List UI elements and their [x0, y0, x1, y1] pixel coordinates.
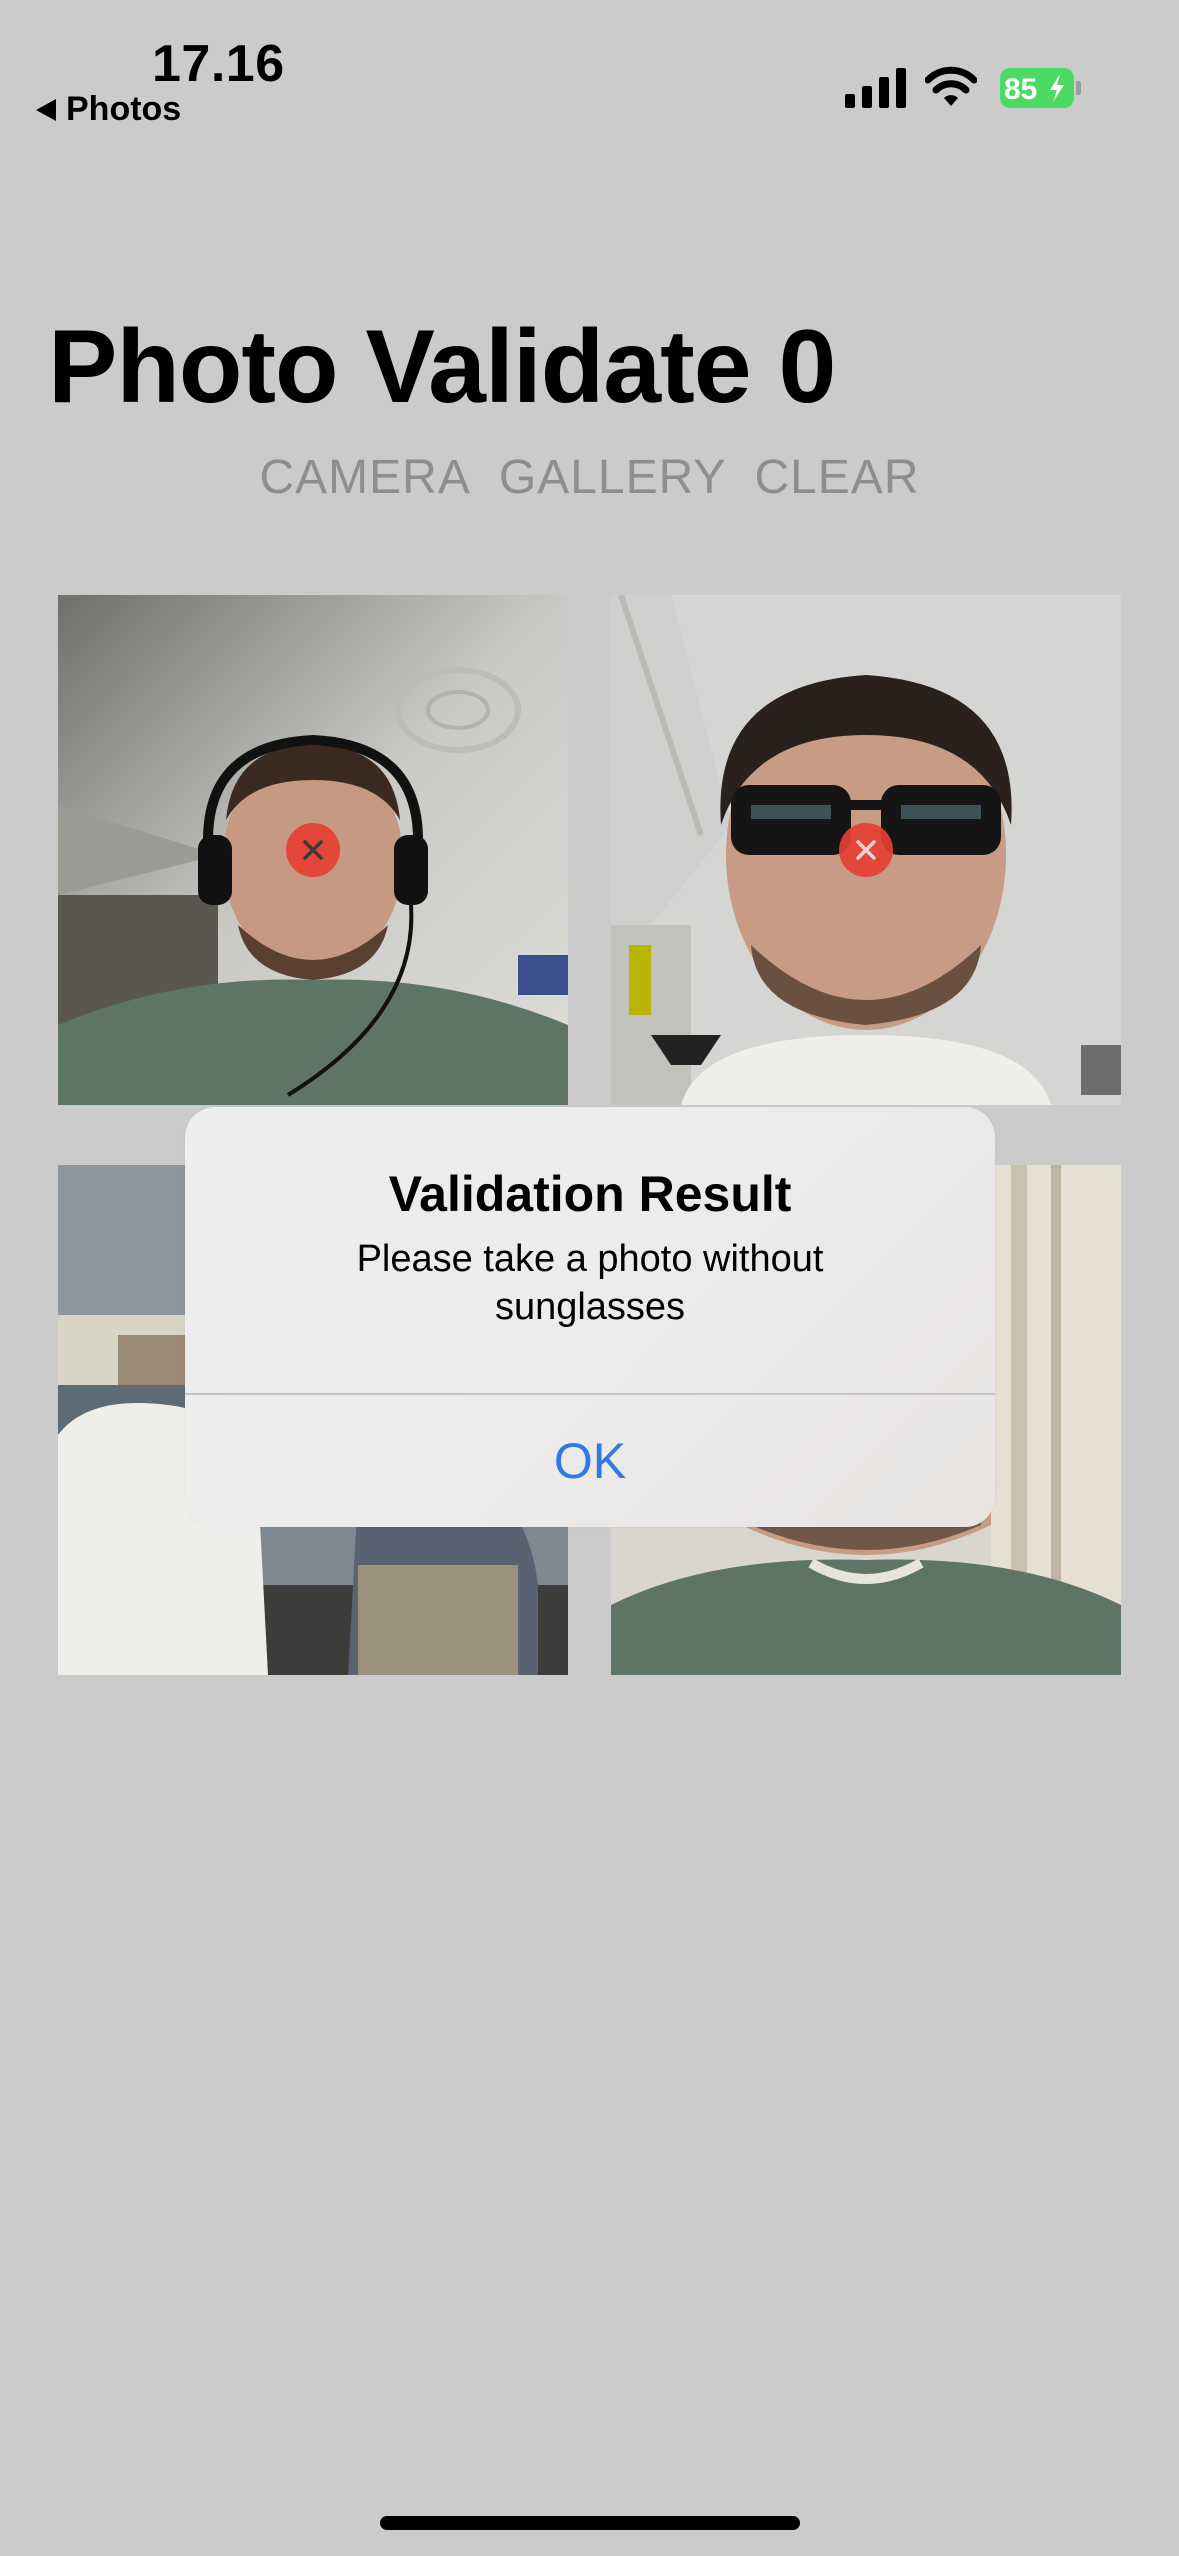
photo-thumbnail[interactable]	[58, 595, 568, 1105]
status-time: 17.16	[152, 35, 285, 93]
alert-message: Please take a photo without sunglasses	[356, 1238, 824, 1328]
action-bar: CAMERA GALLERY CLEAR	[0, 450, 1179, 505]
cellular-signal-icon	[845, 68, 906, 108]
clear-button[interactable]: CLEAR	[754, 450, 919, 505]
back-to-photos-link[interactable]: Photos	[36, 90, 181, 129]
camera-button[interactable]: CAMERA	[260, 450, 471, 505]
wifi-icon	[925, 66, 977, 106]
page-title: Photo Validate 0	[48, 309, 836, 425]
home-indicator[interactable]	[380, 2516, 800, 2530]
rejected-badge	[839, 823, 893, 877]
battery-level: 85	[1004, 73, 1037, 106]
rejected-badge	[286, 823, 340, 877]
gallery-button[interactable]: GALLERY	[499, 450, 727, 505]
validation-alert: Validation Result Please take a photo wi…	[185, 1107, 995, 1527]
back-link-label: Photos	[66, 90, 182, 128]
battery-icon: 85	[1000, 68, 1081, 108]
photo-thumbnail[interactable]	[611, 595, 1121, 1105]
close-icon	[303, 840, 323, 860]
alert-title: Validation Result	[388, 1166, 792, 1222]
back-arrow-icon	[36, 98, 56, 121]
ok-button[interactable]: OK	[185, 1395, 995, 1527]
close-icon	[856, 840, 876, 860]
